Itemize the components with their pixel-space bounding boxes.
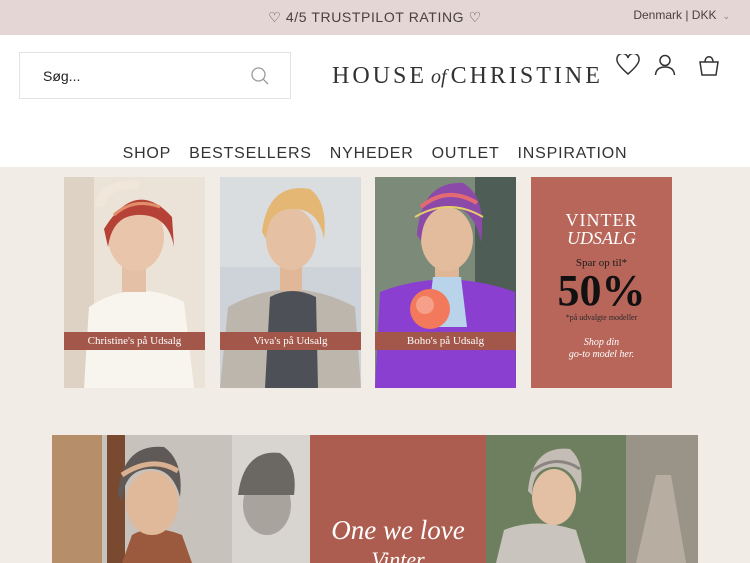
promo-subtitle: UDSALG xyxy=(566,228,636,248)
banner-photo-left xyxy=(52,435,310,563)
nav-item-inspiration[interactable]: INSPIRATION xyxy=(518,145,628,163)
winter-sale-promo[interactable]: VINTER UDSALG Spar op til* 50% *på udval… xyxy=(531,177,672,388)
search-box[interactable] xyxy=(19,52,291,99)
category-tile-viva[interactable]: Viva's på Udsalg xyxy=(220,177,361,388)
main-navigation: SHOP BESTSELLERS NYHEDER OUTLET INSPIRATION xyxy=(0,145,750,163)
tile-photo-christine xyxy=(64,177,205,388)
bag-icon[interactable] xyxy=(698,54,720,81)
logo-text-house: HOUSE xyxy=(332,63,428,89)
logo-text-christine: CHRISTINE xyxy=(450,63,603,89)
banner-title: One we love xyxy=(331,515,465,545)
search-icon[interactable] xyxy=(250,66,270,91)
locale-label: Denmark | DKK xyxy=(633,8,717,22)
locale-selector[interactable]: Denmark | DKK ⌄ xyxy=(633,8,730,22)
promo-footnote: *på udvalgte modeller xyxy=(565,313,638,322)
tile-photo-boho xyxy=(375,177,516,388)
nav-item-nyheder[interactable]: NYHEDER xyxy=(330,145,414,163)
category-tile-christine[interactable]: Christine's på Udsalg xyxy=(64,177,205,388)
banner-text-panel: One we love Vinter xyxy=(310,435,486,563)
chevron-down-icon: ⌄ xyxy=(722,11,730,21)
logo-text-of: of xyxy=(431,66,447,88)
user-icon[interactable] xyxy=(654,54,676,81)
banner-subtitle: Vinter xyxy=(371,547,425,563)
site-header: HOUSEofCHRISTINE SHOP BESTSELLERS NYHEDER O… xyxy=(0,35,750,167)
promo-percent: 50% xyxy=(557,266,646,315)
nav-item-shop[interactable]: SHOP xyxy=(123,145,172,163)
promo-cta-line1[interactable]: Shop din xyxy=(531,337,672,348)
category-tile-boho[interactable]: Boho's på Udsalg xyxy=(375,177,516,388)
search-input[interactable] xyxy=(21,54,241,97)
tile-caption: Boho's på Udsalg xyxy=(375,332,516,350)
promo-cta-line2[interactable]: go-to model her. xyxy=(531,349,672,360)
nav-item-outlet[interactable]: OUTLET xyxy=(432,145,500,163)
banner-photo-right xyxy=(486,435,698,563)
announcement-bar: ♡ 4/5 TRUSTPILOT RATING ♡ Denmark | DKK ⌄ xyxy=(0,0,750,35)
nav-item-bestsellers[interactable]: BESTSELLERS xyxy=(189,145,312,163)
tile-caption: Viva's på Udsalg xyxy=(220,332,361,350)
heart-icon[interactable] xyxy=(616,52,640,81)
one-we-love-banner[interactable]: One we love Vinter xyxy=(52,435,698,563)
tile-photo-viva xyxy=(220,177,361,388)
tile-caption: Christine's på Udsalg xyxy=(64,332,205,350)
site-logo[interactable]: HOUSE of CHRISTINE xyxy=(332,63,603,90)
